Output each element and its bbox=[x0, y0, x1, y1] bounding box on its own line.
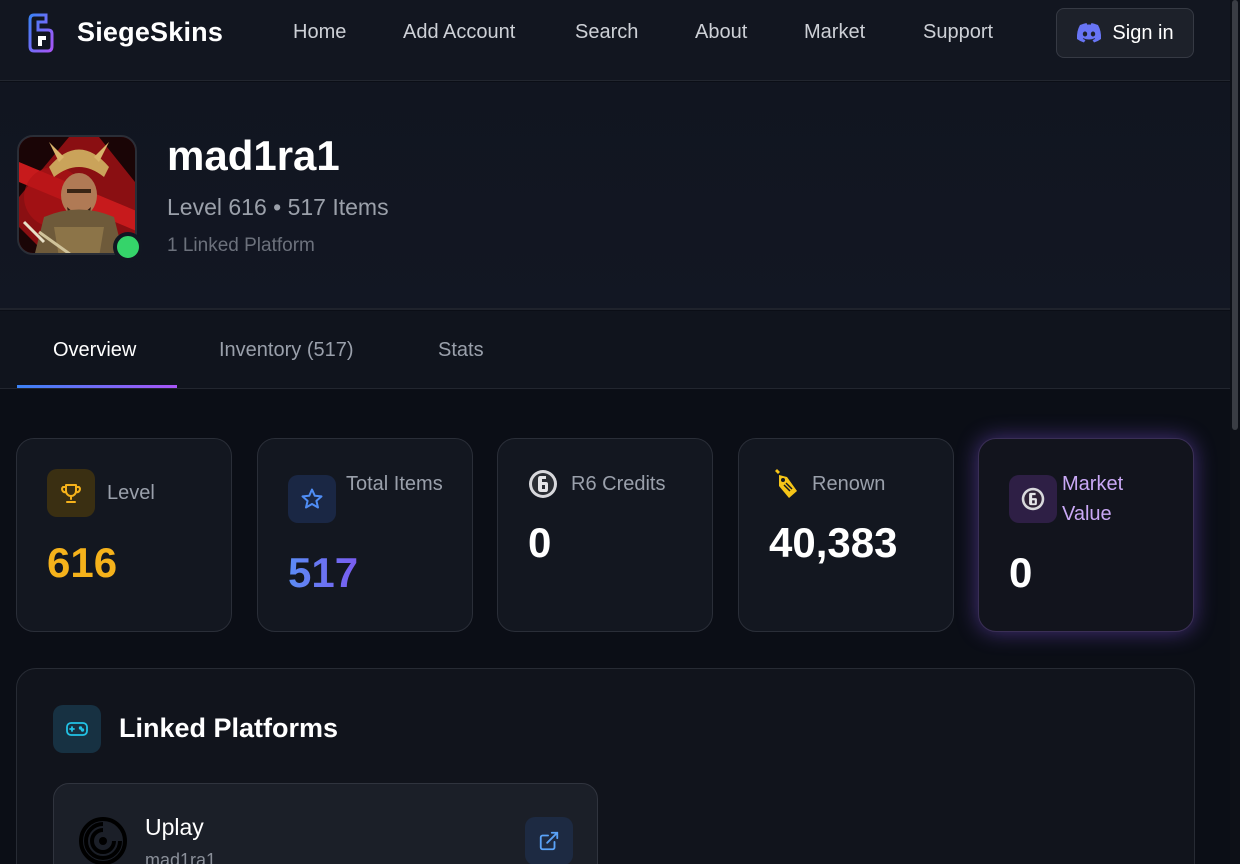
profile-level-items: Level 616 • 517 Items bbox=[167, 194, 389, 220]
sign-in-button[interactable]: Sign in bbox=[1056, 8, 1194, 58]
active-tab-indicator bbox=[17, 385, 177, 388]
trophy-icon bbox=[47, 469, 95, 517]
stat-value-r6-credits: 0 bbox=[528, 519, 552, 566]
stat-value-renown: 40,383 bbox=[769, 519, 898, 566]
profile-linked-count: 1 Linked Platform bbox=[167, 235, 315, 256]
online-status-indicator bbox=[113, 232, 143, 262]
linked-platforms-title: Linked Platforms bbox=[119, 713, 339, 743]
stat-card-total-items: Total Items 517 bbox=[257, 438, 473, 632]
market-value-icon bbox=[1009, 475, 1057, 523]
stat-label-r6-credits: R6 Credits bbox=[571, 473, 666, 495]
sign-in-label: Sign in bbox=[1112, 21, 1174, 44]
nav-add-account[interactable]: Add Account bbox=[403, 21, 515, 44]
nav-support[interactable]: Support bbox=[923, 21, 993, 44]
platform-card-uplay: Uplay mad1ra1 bbox=[53, 783, 598, 864]
nav-about[interactable]: About bbox=[695, 21, 747, 44]
gamepad-icon bbox=[53, 705, 101, 753]
stat-card-renown: Renown 40,383 bbox=[738, 438, 954, 632]
stat-value-level: 616 bbox=[47, 539, 118, 586]
profile-header: mad1ra1 Level 616 • 517 Items 1 Linked P… bbox=[0, 82, 1230, 310]
r6-logo-icon[interactable] bbox=[26, 12, 56, 54]
stat-label-total-items: Total Items bbox=[346, 473, 443, 495]
nav-home[interactable]: Home bbox=[293, 21, 346, 44]
top-navbar: SiegeSkins Home Add Account Search About… bbox=[0, 0, 1230, 81]
stat-value-total-items: 517 bbox=[288, 549, 359, 596]
profile-username: mad1ra1 bbox=[167, 132, 340, 179]
stat-card-r6-credits: R6 Credits 0 bbox=[497, 438, 713, 632]
open-profile-button[interactable] bbox=[525, 817, 573, 864]
platform-name: Uplay bbox=[145, 814, 204, 840]
stat-card-market-value: Market Value 0 bbox=[978, 438, 1194, 632]
nav-search[interactable]: Search bbox=[575, 21, 638, 44]
stat-card-level: Level 616 bbox=[16, 438, 232, 632]
renown-tag-icon bbox=[775, 469, 797, 498]
page-scrollbar-thumb[interactable] bbox=[1232, 0, 1238, 430]
nav-market[interactable]: Market bbox=[804, 21, 865, 44]
tab-stats[interactable]: Stats bbox=[438, 339, 484, 362]
profile-tabs: Overview Inventory (517) Stats bbox=[0, 311, 1230, 389]
stat-value-market-value: 0 bbox=[1009, 549, 1033, 596]
linked-platforms-section: Linked Platforms Uplay mad1ra1 bbox=[16, 668, 1195, 864]
brand-name[interactable]: SiegeSkins bbox=[77, 17, 223, 48]
star-icon bbox=[288, 475, 336, 523]
tab-inventory[interactable]: Inventory (517) bbox=[219, 339, 354, 362]
external-link-icon bbox=[539, 831, 559, 851]
discord-icon bbox=[1077, 23, 1102, 43]
ubisoft-icon bbox=[79, 817, 127, 864]
stat-label-level: Level bbox=[107, 482, 155, 504]
platform-username: mad1ra1 bbox=[145, 850, 217, 864]
stat-label-market-value: Market Value bbox=[1062, 473, 1124, 525]
stat-label-renown: Renown bbox=[812, 473, 886, 495]
tab-overview[interactable]: Overview bbox=[53, 339, 136, 362]
r6-credits-icon bbox=[529, 470, 557, 498]
